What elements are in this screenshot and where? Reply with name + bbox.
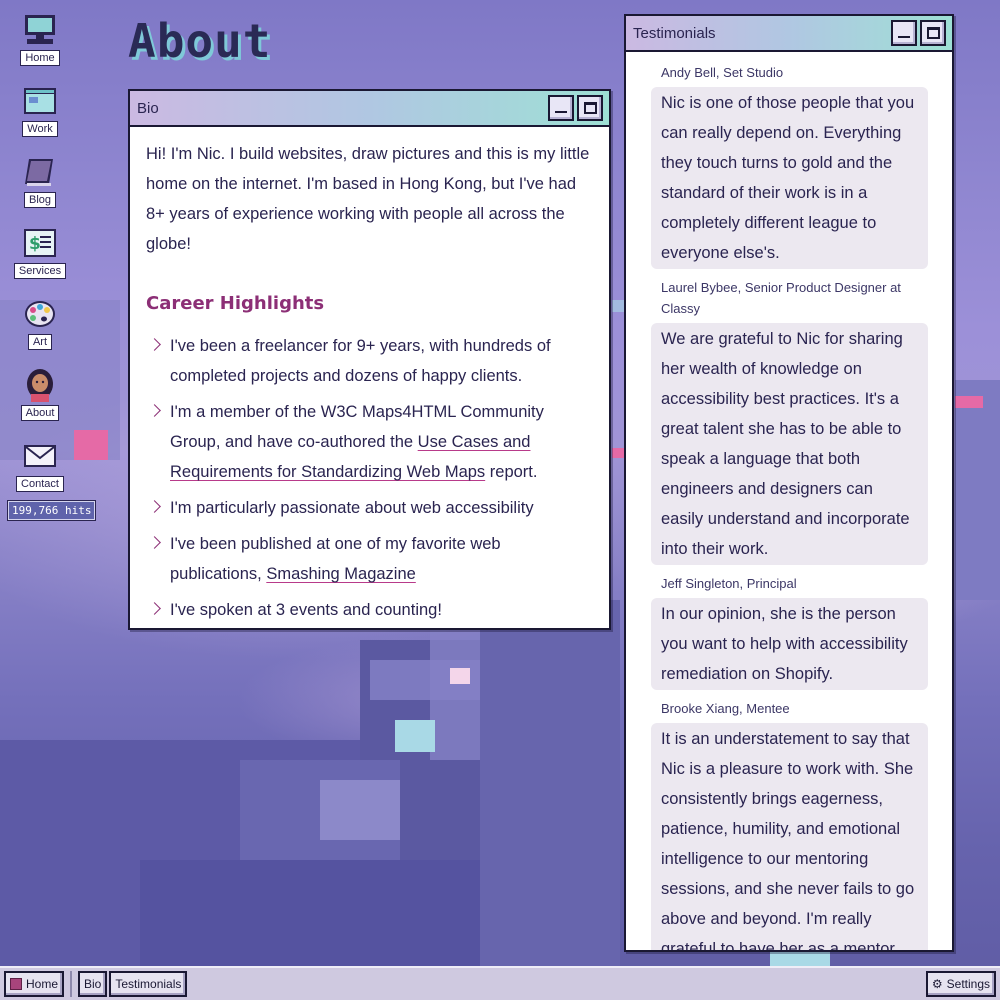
desktop-icon-label: Contact — [16, 476, 64, 492]
testimonial: Brooke Xiang, Mentee It is an understate… — [640, 698, 928, 950]
list-item: I've been a freelancer for 9+ years, wit… — [146, 331, 593, 391]
career-highlights-list: I've been a freelancer for 9+ years, wit… — [146, 331, 593, 625]
minimize-button[interactable] — [891, 20, 917, 46]
testimonials-titlebar[interactable]: Testimonials — [626, 16, 952, 52]
testimonial: Jeff Singleton, Principal In our opinion… — [640, 573, 928, 690]
testimonials-scroll-area[interactable]: Andy Bell, Set Studio Nic is one of thos… — [626, 52, 952, 950]
list-item: I've been published at one of my favorit… — [146, 529, 593, 589]
desktop-icon-label: Services — [13, 263, 67, 279]
envelope-icon — [21, 438, 59, 474]
testimonial: Laurel Bybee, Senior Product Designer at… — [640, 277, 928, 565]
desktop-icon-about[interactable]: About — [16, 367, 64, 421]
chevron-right-icon — [148, 404, 161, 417]
list-item: I'm particularly passionate about web ac… — [146, 493, 593, 523]
list-item: I've spoken at 3 events and counting! — [146, 595, 593, 625]
desktop-icon-label: Art — [27, 334, 53, 350]
testimonial-author: Andy Bell, Set Studio — [661, 65, 784, 80]
page-title: About — [128, 14, 272, 68]
svg-text:$: $ — [29, 234, 41, 254]
desktop-icon-art[interactable]: Art — [16, 296, 64, 350]
chevron-right-icon — [148, 338, 161, 351]
taskbar-divider — [70, 971, 73, 997]
desktop-icon-home[interactable]: Home — [16, 12, 64, 66]
testimonial-author: Jeff Singleton, Principal — [661, 576, 797, 591]
window-title: Testimonials — [633, 24, 716, 42]
desktop-icon-label: Home — [20, 50, 60, 66]
chevron-right-icon — [148, 536, 161, 549]
palette-icon — [21, 296, 59, 332]
minimize-icon — [898, 36, 910, 38]
testimonial-quote: In our opinion, she is the person you wa… — [651, 598, 928, 690]
taskbar: Home Bio Testimonials ⚙ Settings — [0, 966, 1000, 1000]
minimize-button[interactable] — [548, 95, 574, 121]
list-item: I'm a member of the W3C Maps4HTML Commun… — [146, 397, 593, 487]
maximize-button[interactable] — [920, 20, 946, 46]
testimonial: Andy Bell, Set Studio Nic is one of thos… — [640, 62, 928, 269]
desktop-icon-contact[interactable]: Contact — [16, 438, 64, 492]
taskbar-home-button[interactable]: Home — [4, 971, 65, 997]
dollar-document-icon: $ — [21, 225, 59, 261]
smashing-magazine-link[interactable]: Smashing Magazine — [266, 565, 416, 583]
testimonial-author: Laurel Bybee, Senior Product Designer at… — [661, 280, 901, 316]
home-icon — [10, 978, 22, 990]
taskbar-settings-button[interactable]: ⚙ Settings — [925, 971, 996, 997]
avatar-icon — [21, 367, 59, 403]
taskbar-bio-tab[interactable]: Bio — [78, 971, 108, 997]
maximize-button[interactable] — [577, 95, 603, 121]
testimonials-window: Testimonials Andy Bell, Set Studio Nic i… — [624, 14, 954, 952]
window-icon — [21, 83, 59, 119]
maximize-icon — [926, 27, 940, 39]
maximize-icon — [583, 102, 597, 114]
hit-counter: 199,766 hits — [8, 501, 96, 520]
computer-icon — [21, 12, 59, 48]
career-highlights-heading: Career Highlights — [146, 293, 325, 314]
testimonial-quote: Nic is one of those people that you can … — [651, 87, 928, 269]
notebook-icon — [21, 154, 59, 190]
desktop-icon-work[interactable]: Work — [16, 83, 64, 137]
bio-window: Bio Hi! I'm Nic. I build websites, draw … — [128, 89, 611, 630]
testimonial-quote: It is an understatement to say that Nic … — [651, 723, 928, 950]
desktop-icon-services[interactable]: $ Services — [13, 225, 67, 279]
gear-icon: ⚙ — [931, 977, 943, 991]
desktop-icon-label: About — [20, 405, 60, 421]
desktop-icon-blog[interactable]: Blog — [16, 154, 64, 208]
desktop-icon-label: Work — [22, 121, 58, 137]
minimize-icon — [555, 111, 567, 113]
desktop-icon-label: Blog — [23, 192, 57, 208]
testimonial-author: Brooke Xiang, Mentee — [661, 701, 790, 716]
bio-titlebar[interactable]: Bio — [130, 91, 609, 127]
window-title: Bio — [137, 99, 159, 117]
bio-intro: Hi! I'm Nic. I build websites, draw pict… — [146, 145, 590, 253]
testimonial-quote: We are grateful to Nic for sharing her w… — [651, 323, 928, 565]
taskbar-testimonials-tab[interactable]: Testimonials — [109, 971, 188, 997]
chevron-right-icon — [148, 602, 161, 615]
chevron-right-icon — [148, 500, 161, 513]
